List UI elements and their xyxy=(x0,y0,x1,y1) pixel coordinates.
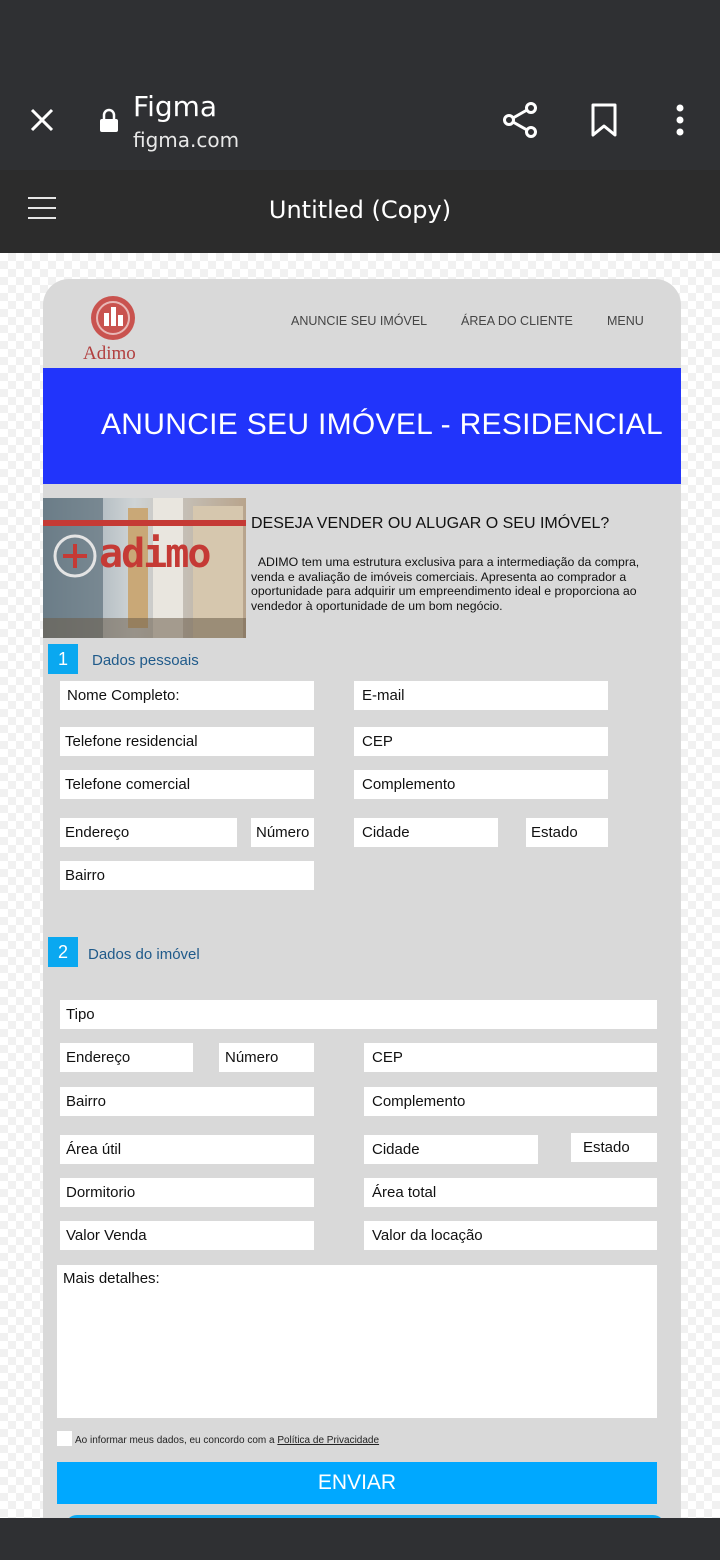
hero-banner: ANUNCIE SEU IMÓVEL - RESIDENCIAL xyxy=(43,368,681,484)
imovel-estado-field[interactable]: Estado xyxy=(571,1133,657,1162)
cep-field[interactable]: CEP xyxy=(354,727,608,756)
imovel-cep-field[interactable]: CEP xyxy=(364,1043,657,1072)
enviar-button[interactable]: ENVIAR xyxy=(57,1462,657,1504)
banner-title: ANUNCIE SEU IMÓVEL - RESIDENCIAL xyxy=(101,408,663,441)
figma-toolbar: Untitled (Copy) xyxy=(0,170,720,253)
bookmark-button[interactable] xyxy=(586,100,622,140)
lock-icon xyxy=(98,108,120,134)
step-2-badge: 2 xyxy=(48,937,78,967)
more-options-button[interactable] xyxy=(664,100,696,140)
file-title: Untitled (Copy) xyxy=(268,196,452,224)
nome-field[interactable]: Nome Completo: xyxy=(60,681,314,710)
email-field[interactable]: E-mail xyxy=(354,681,608,710)
intro-heading: DESEJA VENDER OU ALUGAR O SEU IMÓVEL? xyxy=(251,515,610,532)
step-1-badge: 1 xyxy=(48,644,78,674)
close-icon xyxy=(30,108,54,132)
area-util-field[interactable]: Área útil xyxy=(60,1135,314,1164)
privacy-policy-link[interactable]: Política de Privacidade xyxy=(277,1435,379,1446)
endereco-field[interactable]: Endereço xyxy=(60,818,237,847)
cidade-field[interactable]: Cidade xyxy=(354,818,498,847)
more-vertical-icon xyxy=(676,104,684,136)
browser-toolbar: Figma figma.com xyxy=(0,72,720,170)
estado-field[interactable]: Estado xyxy=(526,818,608,847)
office-photo: adimo xyxy=(43,498,246,638)
dormitorio-field[interactable]: Dormitorio xyxy=(60,1178,314,1207)
imovel-cidade-field[interactable]: Cidade xyxy=(364,1135,538,1164)
consent-text: Ao informar meus dados, eu concordo com … xyxy=(75,1435,379,1446)
numero-field[interactable]: Número xyxy=(251,818,314,847)
telefone-residencial-field[interactable]: Telefone residencial xyxy=(60,727,314,756)
imovel-complemento-field[interactable]: Complemento xyxy=(364,1087,657,1116)
valor-venda-field[interactable]: Valor Venda xyxy=(60,1221,314,1250)
valor-locacao-field[interactable]: Valor da locação xyxy=(364,1221,657,1250)
area-total-field[interactable]: Área total xyxy=(364,1178,657,1207)
mais-detalhes-textarea[interactable]: Mais detalhes: xyxy=(57,1265,657,1418)
bairro-field[interactable]: Bairro xyxy=(60,861,314,890)
logo-icon[interactable] xyxy=(81,293,145,348)
nav-item-menu[interactable]: MENU xyxy=(607,314,644,328)
imovel-endereco-field[interactable]: Endereço xyxy=(60,1043,193,1072)
section-2-title: Dados do imóvel xyxy=(88,946,200,963)
consent-label: Ao informar meus dados, eu concordo com … xyxy=(75,1435,278,1446)
section-1-title: Dados pessoais xyxy=(92,652,199,669)
privacy-checkbox[interactable] xyxy=(57,1431,72,1446)
imovel-numero-field[interactable]: Número xyxy=(219,1043,314,1072)
site-url[interactable]: figma.com xyxy=(133,128,239,152)
close-button[interactable] xyxy=(22,100,62,140)
tipo-field[interactable]: Tipo xyxy=(60,1000,657,1029)
page-frame: Adimo ANUNCIE SEU IMÓVEL ÁREA DO CLIENTE… xyxy=(43,279,681,1518)
photo-wall-text: adimo xyxy=(99,531,211,577)
status-bar xyxy=(0,0,720,72)
intro-text: ADIMO tem uma estrutura exclusiva para a… xyxy=(251,555,676,613)
bookmark-icon xyxy=(591,103,617,137)
nav-item-anuncie[interactable]: ANUNCIE SEU IMÓVEL xyxy=(291,314,427,328)
site-title: Figma xyxy=(133,90,218,123)
nav-item-area-cliente[interactable]: ÁREA DO CLIENTE xyxy=(461,314,573,328)
complemento-field[interactable]: Complemento xyxy=(354,770,608,799)
intro-text-content: ADIMO tem uma estrutura exclusiva para a… xyxy=(251,555,640,613)
figma-canvas[interactable]: Adimo ANUNCIE SEU IMÓVEL ÁREA DO CLIENTE… xyxy=(0,253,720,1518)
share-button[interactable] xyxy=(500,100,540,140)
telefone-comercial-field[interactable]: Telefone comercial xyxy=(60,770,314,799)
system-navigation-bar xyxy=(0,1518,720,1560)
share-icon xyxy=(503,102,537,138)
logo-text: Adimo xyxy=(83,343,136,364)
imovel-bairro-field[interactable]: Bairro xyxy=(60,1087,314,1116)
